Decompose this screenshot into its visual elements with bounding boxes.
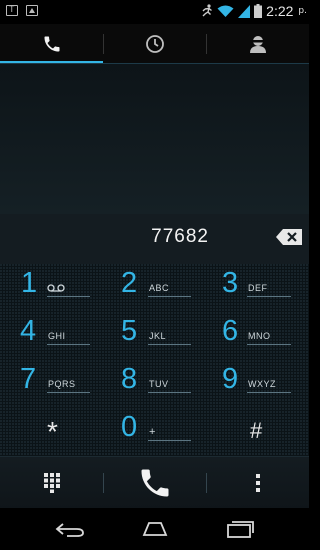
- key-letters: +: [149, 426, 156, 438]
- tab-bar: [0, 24, 309, 64]
- suggestions-area: [0, 64, 309, 214]
- image-icon: [26, 5, 38, 16]
- key-hash[interactable]: #: [206, 408, 309, 456]
- dialpad-icon: [43, 473, 60, 493]
- key-letters: PQRS: [48, 379, 76, 389]
- battery-icon: [254, 4, 263, 18]
- keypad: 1 2 ABC 3 DEF 4 GHI 5 JKL 6 MNO 7 PQRS 8…: [0, 264, 309, 456]
- key-digit: 2: [121, 267, 138, 299]
- key-letters: JKL: [149, 331, 167, 341]
- home-button[interactable]: [115, 508, 195, 550]
- tab-phone[interactable]: [0, 24, 103, 64]
- back-icon: [55, 523, 84, 537]
- key-digit: *: [47, 416, 58, 447]
- digits-row: 77682: [0, 214, 309, 264]
- notification-icons: [6, 4, 38, 16]
- overflow-icon: [255, 474, 260, 492]
- call-icon: [141, 469, 168, 497]
- digits-field[interactable]: 77682: [0, 226, 209, 248]
- key-letters: MNO: [248, 331, 271, 341]
- clock-ampm: p.: [298, 6, 307, 16]
- key-5[interactable]: 5 JKL: [103, 312, 206, 360]
- key-digit: 7: [20, 363, 37, 395]
- key-3[interactable]: 3 DEF: [206, 264, 309, 312]
- key-underline: [148, 440, 191, 441]
- key-digit: 1: [21, 267, 38, 299]
- key-9[interactable]: 9 WXYZ: [206, 360, 309, 408]
- clock-icon: [145, 35, 164, 53]
- back-button[interactable]: [30, 508, 110, 550]
- running-icon: [202, 4, 213, 17]
- tab-contacts[interactable]: [206, 24, 309, 64]
- key-digit: #: [250, 418, 263, 443]
- key-digit: 9: [222, 363, 239, 395]
- overflow-menu-button[interactable]: [206, 457, 309, 509]
- key-underline: [148, 344, 191, 345]
- signal-icon: [238, 4, 251, 18]
- phone-icon: [44, 36, 59, 52]
- key-digit: 5: [121, 315, 138, 347]
- key-letters: ABC: [149, 283, 170, 293]
- key-star[interactable]: *: [0, 408, 103, 456]
- key-letters: WXYZ: [248, 379, 276, 389]
- person-icon: [249, 36, 266, 53]
- key-1[interactable]: 1: [0, 264, 103, 312]
- key-4[interactable]: 4 GHI: [0, 312, 103, 360]
- tab-call-log[interactable]: [103, 24, 206, 64]
- home-icon: [142, 522, 168, 536]
- key-underline: [247, 392, 291, 393]
- wifi-icon: [217, 5, 234, 17]
- backspace-icon[interactable]: [275, 228, 303, 246]
- dialpad-toggle-button[interactable]: [0, 457, 103, 509]
- text-icon: [6, 4, 18, 16]
- recent-apps-button[interactable]: [200, 508, 280, 550]
- status-icons: 2:22 p.: [201, 3, 307, 19]
- clock-time: 2:22: [266, 3, 294, 19]
- key-underline: [247, 296, 291, 297]
- key-underline: [247, 344, 291, 345]
- key-underline: [47, 392, 90, 393]
- recent-apps-icon: [227, 521, 254, 538]
- key-6[interactable]: 6 MNO: [206, 312, 309, 360]
- key-digit: 8: [121, 363, 138, 395]
- key-8[interactable]: 8 TUV: [103, 360, 206, 408]
- dialer-action-bar: [0, 456, 309, 509]
- key-digit: 0: [121, 411, 138, 443]
- key-0[interactable]: 0 +: [103, 408, 206, 456]
- key-underline: [47, 296, 90, 297]
- voicemail-icon: [47, 284, 65, 292]
- system-nav-bar: [0, 508, 309, 550]
- key-letters: DEF: [248, 283, 268, 293]
- key-underline: [148, 392, 191, 393]
- key-digit: 6: [222, 315, 239, 347]
- key-letters: TUV: [149, 379, 169, 389]
- call-button[interactable]: [103, 457, 206, 509]
- key-underline: [148, 296, 191, 297]
- key-7[interactable]: 7 PQRS: [0, 360, 103, 408]
- key-letters: GHI: [48, 331, 66, 341]
- key-2[interactable]: 2 ABC: [103, 264, 206, 312]
- key-digit: 3: [222, 267, 239, 299]
- status-bar: 2:22 p.: [0, 0, 309, 24]
- key-digit: 4: [20, 315, 37, 347]
- key-underline: [47, 344, 90, 345]
